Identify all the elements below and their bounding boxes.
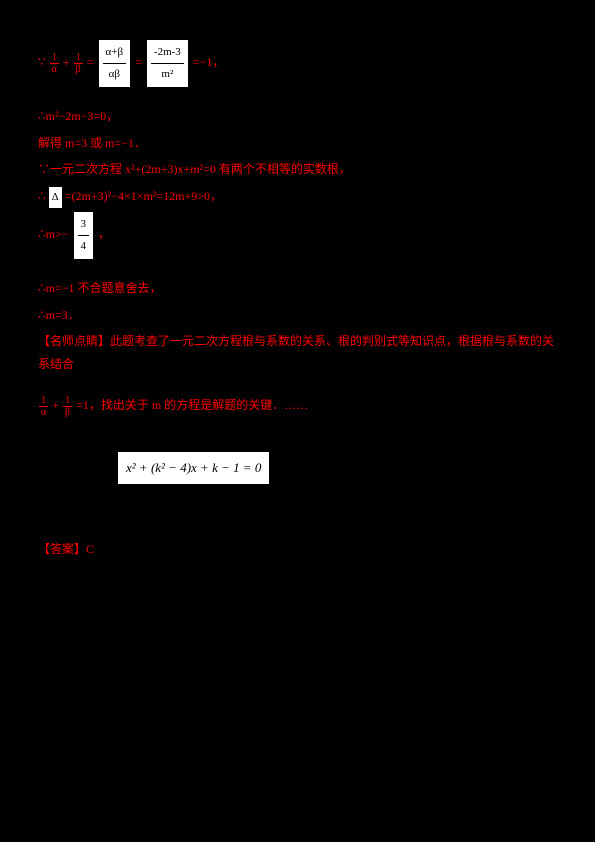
- plus-1: +: [63, 55, 70, 69]
- line-5-suffix: =(2m+3)²−4×1×m²=12m+9>0，: [65, 189, 222, 203]
- line-1: ∵ 1 α + 1 β = α+β αβ = -2m-3 m² =−1，: [38, 40, 557, 87]
- line-6-suffix: ，: [98, 227, 110, 241]
- line-10-suffix: =1，找出关于 m 的方程是解题的关键．……: [76, 398, 308, 412]
- line-6: ∴m>− 3 4 ，: [38, 212, 557, 259]
- answer-line: 【答案】C: [38, 538, 557, 561]
- therefore-1: ∴: [38, 189, 46, 203]
- frac-1-over-alpha-2: 1 α: [39, 395, 48, 418]
- plus-2: +: [52, 398, 59, 412]
- equation-line: x² + (k² − 4)x + k − 1 = 0: [38, 452, 557, 485]
- frac-1-over-alpha: 1 α: [50, 52, 59, 75]
- line-2: ∴m²−2m−3=0，: [38, 105, 557, 128]
- line-7: ∴m=−1 不合题意舍去，: [38, 277, 557, 300]
- line-5: ∴ Δ =(2m+3)²−4×1×m²=12m+9>0，: [38, 185, 557, 208]
- line-10: 1 α + 1 β =1，找出关于 m 的方程是解题的关键．……: [38, 394, 557, 418]
- frac-neg-2m-3: -2m-3 m²: [147, 40, 188, 87]
- frac-1-over-beta: 1 β: [74, 52, 83, 75]
- line-8: ∴m=3．: [38, 304, 557, 327]
- equals-1: =: [87, 55, 94, 69]
- because-symbol: ∵: [38, 55, 46, 69]
- equals-2: =: [135, 55, 142, 69]
- frac-1-over-beta-2: 1 β: [63, 395, 72, 418]
- line-4: ∵一元二次方程 x²+(2m+3)x+m²=0 有两个不相等的实数根，: [38, 158, 557, 181]
- delta-box: Δ: [49, 187, 62, 208]
- frac-3-over-4: 3 4: [74, 212, 94, 259]
- line-6-prefix: ∴m>−: [38, 227, 69, 241]
- line-9: 【名师点睛】此题考查了一元二次方程根与系数的关系、根的判别式等知识点，根据根与系…: [38, 330, 557, 376]
- line-3: 解得 m=3 或 m=−1．: [38, 132, 557, 155]
- frac-alpha-plus-beta: α+β αβ: [99, 40, 131, 87]
- equation-box: x² + (k² − 4)x + k − 1 = 0: [118, 452, 269, 485]
- line-1-suffix: =−1，: [193, 55, 225, 69]
